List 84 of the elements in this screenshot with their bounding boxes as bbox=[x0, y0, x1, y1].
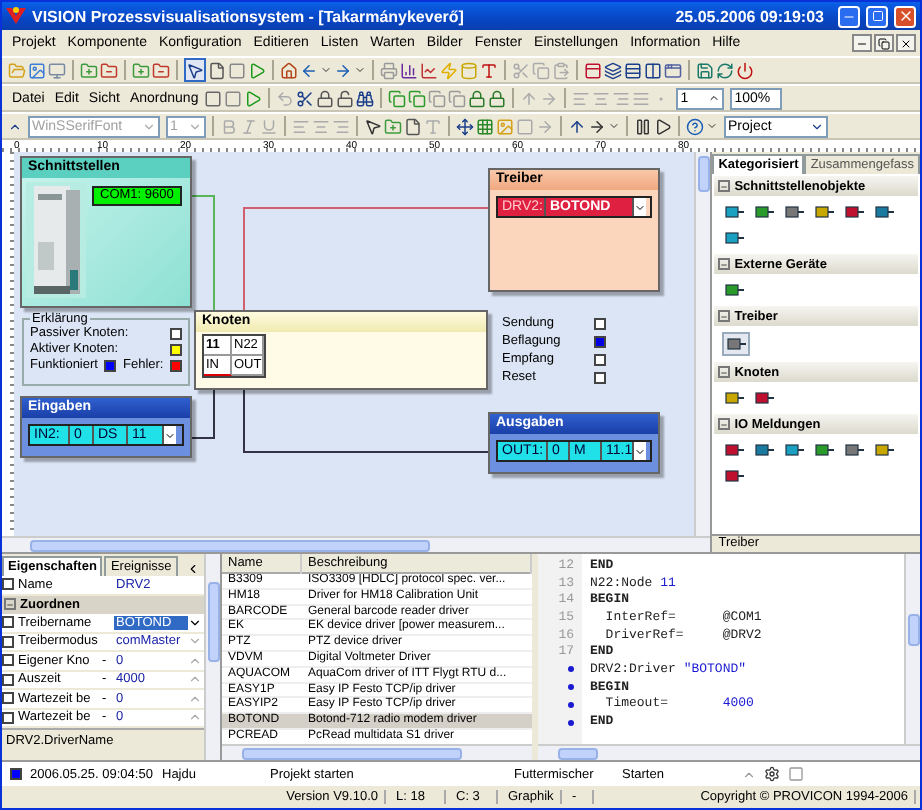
scissors-icon[interactable] bbox=[296, 89, 315, 107]
save-icon[interactable] bbox=[696, 61, 714, 79]
help-icon[interactable] bbox=[686, 117, 704, 135]
lock-icon[interactable] bbox=[488, 89, 507, 107]
layers-icon[interactable] bbox=[604, 61, 622, 79]
lock-icon[interactable] bbox=[316, 89, 335, 107]
vertical-scrollbar[interactable] bbox=[904, 554, 920, 744]
minimize-button[interactable] bbox=[852, 34, 872, 52]
refresh-icon[interactable] bbox=[716, 61, 734, 79]
move-icon[interactable] bbox=[456, 117, 474, 135]
copy-icon[interactable] bbox=[388, 89, 407, 107]
component-icon[interactable] bbox=[724, 204, 745, 220]
component-icon[interactable] bbox=[784, 442, 805, 458]
vertical-scrollbar[interactable] bbox=[694, 152, 711, 536]
horizontal-scrollbar[interactable] bbox=[2, 536, 711, 552]
horizontal-scrollbar[interactable] bbox=[538, 744, 920, 760]
minimize-icon[interactable] bbox=[856, 37, 868, 49]
component-icon[interactable] bbox=[784, 204, 805, 220]
vertical-scrollbar[interactable] bbox=[204, 554, 220, 760]
copy-icon[interactable] bbox=[428, 89, 447, 107]
caret-icon[interactable] bbox=[354, 64, 366, 76]
folder-icon[interactable] bbox=[80, 61, 98, 79]
house-icon[interactable] bbox=[280, 61, 298, 79]
component-icon[interactable] bbox=[754, 390, 775, 406]
folder-icon[interactable] bbox=[100, 61, 118, 79]
letter-icon[interactable] bbox=[480, 61, 498, 79]
copy-icon[interactable] bbox=[408, 89, 427, 107]
horizontal-scrollbar[interactable] bbox=[222, 744, 532, 760]
pause-icon[interactable] bbox=[634, 117, 652, 135]
arrow-up-icon[interactable] bbox=[568, 117, 586, 135]
picture-icon[interactable] bbox=[28, 61, 46, 79]
component-icon[interactable] bbox=[874, 204, 895, 220]
unlock-icon[interactable] bbox=[336, 89, 355, 107]
spinner-icon[interactable] bbox=[8, 119, 22, 133]
component-icon[interactable] bbox=[844, 442, 865, 458]
close-icon[interactable] bbox=[900, 37, 912, 49]
component-icon[interactable] bbox=[844, 204, 865, 220]
arrow-right-icon[interactable] bbox=[588, 117, 606, 135]
collapse-icon[interactable] bbox=[186, 562, 200, 576]
line-chart-icon[interactable] bbox=[420, 61, 438, 79]
rows-icon[interactable] bbox=[624, 61, 642, 79]
restore-icon[interactable] bbox=[878, 37, 890, 49]
arrow-right-icon[interactable] bbox=[334, 61, 352, 79]
settings-icon[interactable] bbox=[764, 766, 780, 782]
component-icon[interactable] bbox=[874, 442, 895, 458]
component-icon[interactable] bbox=[724, 442, 745, 458]
window-icon[interactable] bbox=[664, 61, 682, 79]
window-icon[interactable] bbox=[584, 61, 602, 79]
close-button[interactable] bbox=[896, 34, 916, 52]
grid-icon[interactable] bbox=[476, 117, 494, 135]
caret-icon[interactable] bbox=[320, 64, 332, 76]
pointer-icon[interactable] bbox=[364, 117, 382, 135]
component-icon[interactable] bbox=[814, 204, 835, 220]
arrow-left-icon[interactable] bbox=[300, 61, 318, 79]
restore-button[interactable] bbox=[874, 34, 894, 52]
component-icon[interactable] bbox=[724, 390, 745, 406]
lock-icon[interactable] bbox=[468, 89, 487, 107]
columns-icon[interactable] bbox=[644, 61, 662, 79]
binoculars-icon[interactable] bbox=[356, 89, 375, 107]
window-title: VISION Prozessvisualisationsystem - [Takarmánykeverő] bbox=[32, 7, 466, 25]
component-icon[interactable] bbox=[724, 468, 745, 484]
panel-icon[interactable] bbox=[788, 766, 804, 782]
clock-text: 25.05.2006 09:19:03 bbox=[675, 7, 824, 25]
spinner-icon[interactable] bbox=[708, 92, 721, 104]
component-icon[interactable] bbox=[814, 442, 835, 458]
maximize-icon[interactable] bbox=[871, 10, 883, 22]
folder-icon[interactable] bbox=[132, 61, 150, 79]
play-icon[interactable] bbox=[654, 117, 672, 135]
bar-chart-icon[interactable] bbox=[400, 61, 418, 79]
page-icon[interactable] bbox=[404, 117, 422, 135]
page-icon[interactable] bbox=[208, 61, 226, 79]
component-icon[interactable] bbox=[724, 282, 745, 298]
component-icon[interactable] bbox=[754, 442, 775, 458]
caret-icon[interactable] bbox=[608, 120, 620, 132]
caret-icon[interactable] bbox=[706, 120, 718, 132]
component-icon[interactable] bbox=[754, 204, 775, 220]
power-icon[interactable] bbox=[736, 61, 754, 79]
copy-icon[interactable] bbox=[448, 89, 467, 107]
monitor-icon[interactable] bbox=[48, 61, 66, 79]
folder-icon[interactable] bbox=[152, 61, 170, 79]
component-icon[interactable] bbox=[724, 230, 745, 246]
maximize-button[interactable] bbox=[866, 5, 888, 27]
app-logo-icon bbox=[6, 6, 26, 26]
component-icon[interactable] bbox=[726, 336, 747, 352]
